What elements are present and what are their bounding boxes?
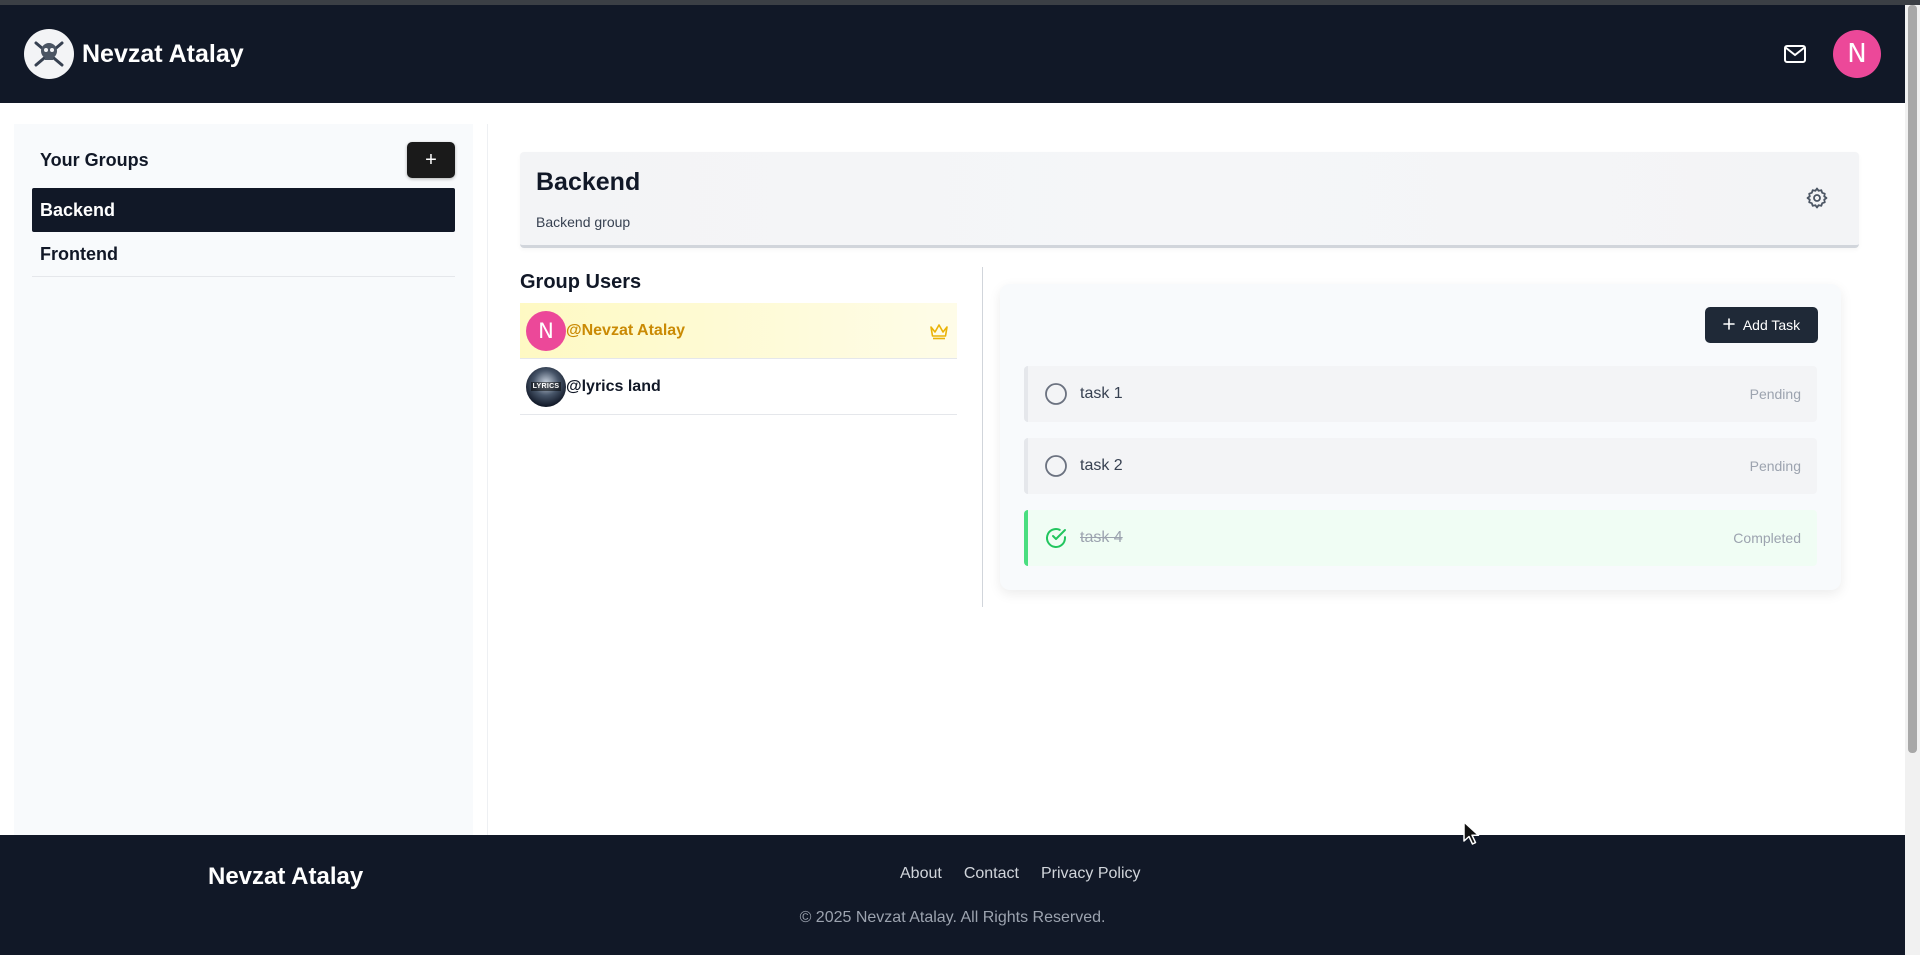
avatar-logo-text: LYRICS — [530, 382, 562, 391]
group-list: Backend Frontend — [32, 188, 455, 277]
sidebar-item-frontend[interactable]: Frontend — [32, 232, 455, 277]
user-name: @Nevzat Atalay — [566, 321, 686, 339]
brand-name: Nevzat Atalay — [82, 39, 244, 68]
group-main: Backend Backend group Group Users N @Nev… — [487, 124, 1891, 835]
footer-link-contact[interactable]: Contact — [964, 865, 1019, 883]
page-scrollbar-thumb[interactable] — [1908, 5, 1917, 753]
sidebar-title: Your Groups — [40, 149, 149, 170]
task-status: Pending — [1749, 458, 1801, 474]
task-label: task 4 — [1080, 529, 1123, 546]
navbar-actions: N — [1783, 30, 1881, 78]
sidebar-header: Your Groups + — [32, 142, 455, 178]
group-users-title: Group Users — [520, 271, 642, 293]
gear-icon[interactable] — [1805, 186, 1829, 210]
add-task-label: Add Task — [1742, 317, 1801, 333]
circle-icon[interactable] — [1044, 454, 1068, 478]
mail-icon[interactable] — [1783, 42, 1807, 66]
task-status: Completed — [1733, 530, 1801, 546]
avatar: LYRICS — [526, 366, 566, 407]
sidebar-item-backend[interactable]: Backend — [32, 188, 455, 232]
task-status: Pending — [1749, 386, 1801, 402]
plus-icon — [1723, 317, 1735, 333]
add-group-button[interactable]: + — [407, 142, 455, 178]
task-label: task 1 — [1080, 385, 1123, 402]
check-circle-icon[interactable] — [1044, 526, 1068, 550]
skull-crossbones-icon — [34, 41, 64, 67]
add-task-button[interactable]: Add Task — [1705, 307, 1818, 343]
user-avatar[interactable]: N — [1833, 30, 1881, 78]
groups-sidebar: Your Groups + Backend Frontend — [14, 124, 473, 835]
panel-divider — [982, 267, 983, 607]
user-row-lyrics-land[interactable]: LYRICS @lyrics land — [520, 359, 957, 415]
task-label: task 2 — [1080, 457, 1123, 474]
page-footer: Nevzat Atalay About Contact Privacy Poli… — [0, 835, 1905, 955]
avatar: N — [526, 310, 566, 351]
footer-copyright: © 2025 Nevzat Atalay. All Rights Reserve… — [799, 909, 1106, 926]
top-navbar: Nevzat Atalay N — [0, 5, 1905, 103]
mouse-cursor-icon — [1463, 821, 1480, 845]
group-title: Backend — [536, 168, 641, 196]
footer-link-privacy[interactable]: Privacy Policy — [1041, 865, 1141, 883]
task-item[interactable]: task 2 Pending — [1024, 438, 1817, 494]
footer-link-about[interactable]: About — [900, 865, 942, 883]
circle-icon[interactable] — [1044, 382, 1068, 406]
task-item[interactable]: task 1 Pending — [1024, 366, 1817, 422]
footer-links: About Contact Privacy Policy — [900, 865, 1141, 883]
group-header: Backend Backend group — [520, 152, 1859, 248]
group-description: Backend group — [536, 214, 631, 230]
crown-icon — [930, 324, 948, 340]
task-item[interactable]: task 4 Completed — [1024, 510, 1817, 566]
user-row-nevzat[interactable]: N @Nevzat Atalay — [520, 303, 957, 359]
group-users-panel: Group Users N @Nevzat Atalay LYRICS @lyr… — [520, 267, 957, 415]
footer-brand: Nevzat Atalay — [208, 863, 364, 890]
brand-logo — [24, 29, 74, 79]
brand[interactable]: Nevzat Atalay — [24, 29, 244, 79]
user-name: @lyrics land — [566, 377, 661, 395]
tasks-panel: Add Task task 1 Pending task 2 Pending t… — [1000, 284, 1841, 590]
